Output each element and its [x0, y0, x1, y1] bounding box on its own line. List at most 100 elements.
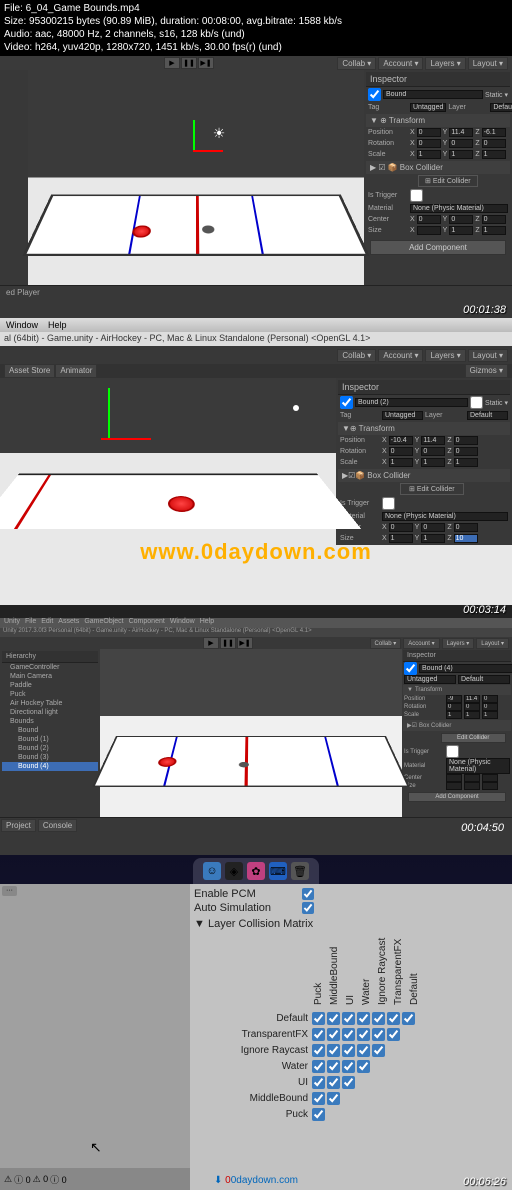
matrix-checkbox[interactable] [402, 1012, 415, 1025]
inspector-tab[interactable]: Inspector [366, 72, 510, 87]
layer-collision-matrix-label[interactable]: ▼ Layer Collision Matrix [194, 918, 508, 930]
add-component-button[interactable]: Add Component [370, 240, 507, 255]
matrix-checkbox[interactable] [342, 1076, 355, 1089]
vscode-icon[interactable]: ⌨ [269, 862, 287, 880]
size-x[interactable] [417, 226, 441, 235]
scale-z[interactable] [454, 458, 478, 467]
menu-help[interactable]: Help [48, 320, 67, 330]
size-y[interactable] [449, 226, 473, 235]
rot-z[interactable] [482, 139, 506, 148]
pos-z[interactable] [482, 695, 498, 703]
hierarchy-item[interactable]: Directional light [2, 708, 98, 717]
inspector-tab[interactable]: Inspector [403, 650, 511, 662]
scale-x[interactable] [446, 711, 462, 719]
rot-x[interactable] [417, 139, 441, 148]
gizmo-x-axis[interactable] [101, 438, 151, 440]
menu-assets[interactable]: Assets [58, 618, 79, 628]
matrix-checkbox[interactable] [327, 1076, 340, 1089]
matrix-checkbox[interactable] [357, 1044, 370, 1057]
hierarchy-subitem[interactable]: Bound (3) [2, 753, 98, 762]
material-field[interactable]: None (Physic Material) [446, 758, 510, 774]
object-name-field[interactable] [419, 664, 512, 673]
gizmos-dropdown[interactable]: Gizmos ▾ [465, 364, 508, 378]
static-label[interactable]: Static ▾ [485, 399, 508, 407]
size-y[interactable] [464, 782, 480, 790]
matrix-checkbox[interactable] [342, 1044, 355, 1057]
matrix-checkbox[interactable] [312, 1044, 325, 1057]
matrix-checkbox[interactable] [327, 1060, 340, 1073]
account-dropdown[interactable]: Account ▾ [378, 57, 423, 70]
console-tab[interactable]: Console [38, 819, 77, 832]
hierarchy-tab[interactable]: Hierarchy [2, 651, 98, 663]
matrix-checkbox[interactable] [342, 1012, 355, 1025]
center-x[interactable] [446, 774, 462, 782]
scale-z[interactable] [482, 711, 498, 719]
edit-collider-button[interactable]: ⊞ Edit Collider [418, 175, 478, 187]
app-icon[interactable]: ✿ [247, 862, 265, 880]
layers-dropdown[interactable]: Layers ▾ [425, 349, 465, 362]
project-tab[interactable]: Project [1, 819, 36, 832]
center-y[interactable] [449, 215, 473, 224]
pos-x[interactable] [417, 128, 441, 137]
matrix-checkbox[interactable] [312, 1028, 325, 1041]
play-button[interactable]: ▶ [164, 57, 180, 69]
pos-x[interactable] [389, 436, 413, 445]
static-checkbox[interactable] [470, 396, 483, 409]
matrix-checkbox[interactable] [342, 1060, 355, 1073]
menu-help[interactable]: Help [200, 618, 214, 628]
object-active-checkbox[interactable] [368, 88, 381, 101]
matrix-checkbox[interactable] [327, 1092, 340, 1105]
material-field[interactable]: None (Physic Material) [410, 204, 508, 213]
menu-window[interactable]: Window [6, 320, 38, 330]
is-trigger-checkbox[interactable] [410, 189, 423, 202]
size-z[interactable] [482, 226, 506, 235]
size-x[interactable] [446, 782, 462, 790]
is-trigger-checkbox[interactable] [446, 745, 459, 758]
hierarchy-item[interactable]: Paddle [2, 681, 98, 690]
object-active-checkbox[interactable] [404, 662, 417, 675]
scale-y[interactable] [464, 711, 480, 719]
center-x[interactable] [389, 523, 413, 532]
rot-y[interactable] [464, 703, 480, 711]
step-button[interactable]: ▶❚ [237, 637, 253, 649]
hierarchy-item[interactable]: Puck [2, 690, 98, 699]
collab-dropdown[interactable]: Collab ▾ [337, 349, 376, 362]
rot-x[interactable] [446, 703, 462, 711]
collab-dropdown[interactable]: Collab ▾ [370, 638, 402, 649]
scene-view[interactable] [100, 649, 402, 817]
account-dropdown[interactable]: Account ▾ [378, 349, 423, 362]
matrix-checkbox[interactable] [357, 1060, 370, 1073]
trash-icon[interactable]: 🗑 [291, 862, 309, 880]
rot-x[interactable] [389, 447, 413, 456]
layers-dropdown[interactable]: Layers ▾ [442, 638, 475, 649]
matrix-checkbox[interactable] [372, 1044, 385, 1057]
menu-window[interactable]: Window [170, 618, 195, 628]
pos-x[interactable] [446, 695, 462, 703]
center-z[interactable] [454, 523, 478, 532]
size-z[interactable] [454, 534, 478, 543]
animator-tab[interactable]: Animator [55, 364, 97, 378]
rot-y[interactable] [449, 139, 473, 148]
layer-dropdown[interactable]: Default [490, 103, 512, 112]
menu-file[interactable]: File [25, 618, 36, 628]
menu-edit[interactable]: Edit [41, 618, 53, 628]
menu-gameobject[interactable]: GameObject [84, 618, 123, 628]
box-collider-header[interactable]: ▶☑ Box Collider [403, 720, 511, 731]
layer-dropdown[interactable]: Default [458, 675, 510, 684]
pos-z[interactable] [482, 128, 506, 137]
scene-view[interactable] [0, 378, 336, 545]
menu-unity[interactable]: Unity [4, 618, 20, 628]
material-field[interactable]: None (Physic Material) [382, 512, 508, 521]
layers-dropdown[interactable]: Layers ▾ [425, 57, 465, 70]
rot-z[interactable] [454, 447, 478, 456]
layout-dropdown[interactable]: Layout ▾ [468, 349, 508, 362]
size-z[interactable] [482, 782, 498, 790]
size-y[interactable] [421, 534, 445, 543]
unity-icon[interactable]: ◈ [225, 862, 243, 880]
matrix-checkbox[interactable] [312, 1076, 325, 1089]
scale-x[interactable] [417, 150, 441, 159]
box-collider-header[interactable]: ▶ ☑ 📦 Box Collider [366, 161, 510, 174]
gizmo-y-axis[interactable] [193, 120, 195, 150]
center-z[interactable] [482, 774, 498, 782]
is-trigger-checkbox[interactable] [382, 497, 395, 510]
